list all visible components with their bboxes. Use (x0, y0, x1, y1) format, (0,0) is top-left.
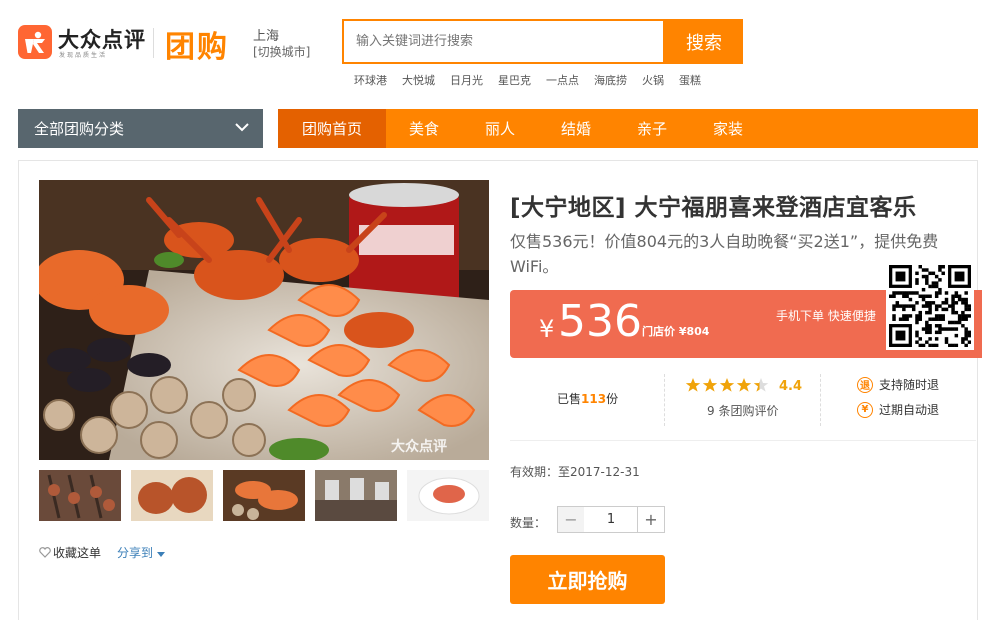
logo-divider (153, 28, 154, 58)
hot-word[interactable]: 蛋糕 (679, 72, 701, 88)
all-categories-dropdown[interactable]: 全部团购分类 (18, 109, 263, 148)
quantity-input[interactable] (584, 506, 638, 533)
nav-item-home-decor[interactable]: 家装 (690, 109, 766, 148)
review-count-link[interactable]: 9 条团购评价 (707, 402, 778, 419)
favorite-button[interactable]: 收藏这单 (39, 544, 101, 561)
search-box[interactable] (342, 19, 665, 64)
thumbnail[interactable] (131, 470, 213, 521)
guarantee-refund-anytime: 退 支持随时退 (857, 376, 939, 393)
sold-count: 已售113份 (557, 392, 619, 406)
deal-price: 536 (558, 296, 642, 347)
thumbnail[interactable] (223, 470, 305, 521)
divider (820, 374, 821, 426)
quantity-increase-button[interactable]: + (637, 506, 665, 533)
nav-item-wedding[interactable]: 结婚 (538, 109, 614, 148)
thumbnail[interactable] (407, 470, 489, 521)
price-currency: ¥ (539, 315, 555, 343)
star-icon (753, 378, 769, 392)
section-title[interactable]: 团购 (165, 22, 229, 66)
qr-code (886, 262, 974, 350)
switch-city-link[interactable]: [切换城市] (253, 43, 310, 60)
all-categories-label: 全部团购分类 (34, 120, 125, 138)
nav-item-food[interactable]: 美食 (386, 109, 462, 148)
sold-number: 113 (581, 392, 607, 406)
current-city: 上海 (253, 29, 280, 44)
divider (510, 440, 976, 441)
caret-down-icon (156, 552, 165, 557)
deal-main-photo[interactable]: 大众点评 (39, 180, 489, 460)
validity-date: 有效期：至2017-12-31 (510, 465, 640, 479)
hot-word[interactable]: 大悦城 (402, 72, 435, 88)
buy-now-button[interactable]: 立即抢购 (510, 555, 665, 604)
store-price: 门店价 ¥804 (642, 325, 710, 338)
star-rating (685, 377, 769, 393)
nav-item-home[interactable]: 团购首页 (278, 109, 386, 148)
star-icon (702, 378, 718, 392)
hot-search-words: 环球港 大悦城 日月光 星巴克 一点点 海底捞 火锅 蛋糕 (354, 72, 701, 88)
star-icon (685, 378, 701, 392)
search-input[interactable] (344, 21, 663, 62)
heart-outline-icon (39, 547, 51, 558)
search-button[interactable]: 搜索 (665, 19, 743, 64)
refund-anytime-icon: 退 (857, 376, 873, 393)
hot-word[interactable]: 火锅 (642, 72, 664, 88)
thumbnail[interactable] (315, 470, 397, 521)
quantity-decrease-button[interactable]: − (557, 506, 585, 533)
share-button[interactable]: 分享到 (117, 544, 165, 561)
mobile-order-tip[interactable]: 手机下单 快速便捷 (776, 307, 876, 324)
guarantee-label: 过期自动退 (879, 403, 940, 417)
nav-item-kids[interactable]: 亲子 (614, 109, 690, 148)
thumbnail[interactable] (39, 470, 121, 521)
divider (664, 374, 665, 426)
chevron-down-icon (235, 123, 249, 132)
hot-word[interactable]: 日月光 (450, 72, 483, 88)
nav-item-beauty[interactable]: 丽人 (462, 109, 538, 148)
hot-word[interactable]: 海底捞 (594, 72, 627, 88)
guarantee-label: 支持随时退 (879, 378, 940, 392)
rating-score: 4.4 (779, 379, 803, 394)
guarantee-refund-expired: ¥ 过期自动退 (857, 401, 939, 418)
share-label: 分享到 (117, 546, 154, 560)
main-nav: 团购首页 美食 丽人 结婚 亲子 家装 (278, 109, 978, 148)
dianping-logo-icon[interactable] (18, 25, 52, 59)
hot-word[interactable]: 星巴克 (498, 72, 531, 88)
deal-title: [大宁地区] 大宁福朋喜来登酒店宜客乐 (510, 195, 917, 221)
favorite-label: 收藏这单 (53, 546, 102, 560)
quantity-label: 数量： (510, 516, 547, 530)
refund-expired-icon: ¥ (857, 401, 873, 418)
hot-word[interactable]: 环球港 (354, 72, 387, 88)
logo-slogan: 发现品质生活 (59, 52, 108, 59)
photo-watermark: 大众点评 (391, 439, 447, 455)
star-icon (719, 378, 735, 392)
hot-word[interactable]: 一点点 (546, 72, 579, 88)
star-icon (736, 378, 752, 392)
